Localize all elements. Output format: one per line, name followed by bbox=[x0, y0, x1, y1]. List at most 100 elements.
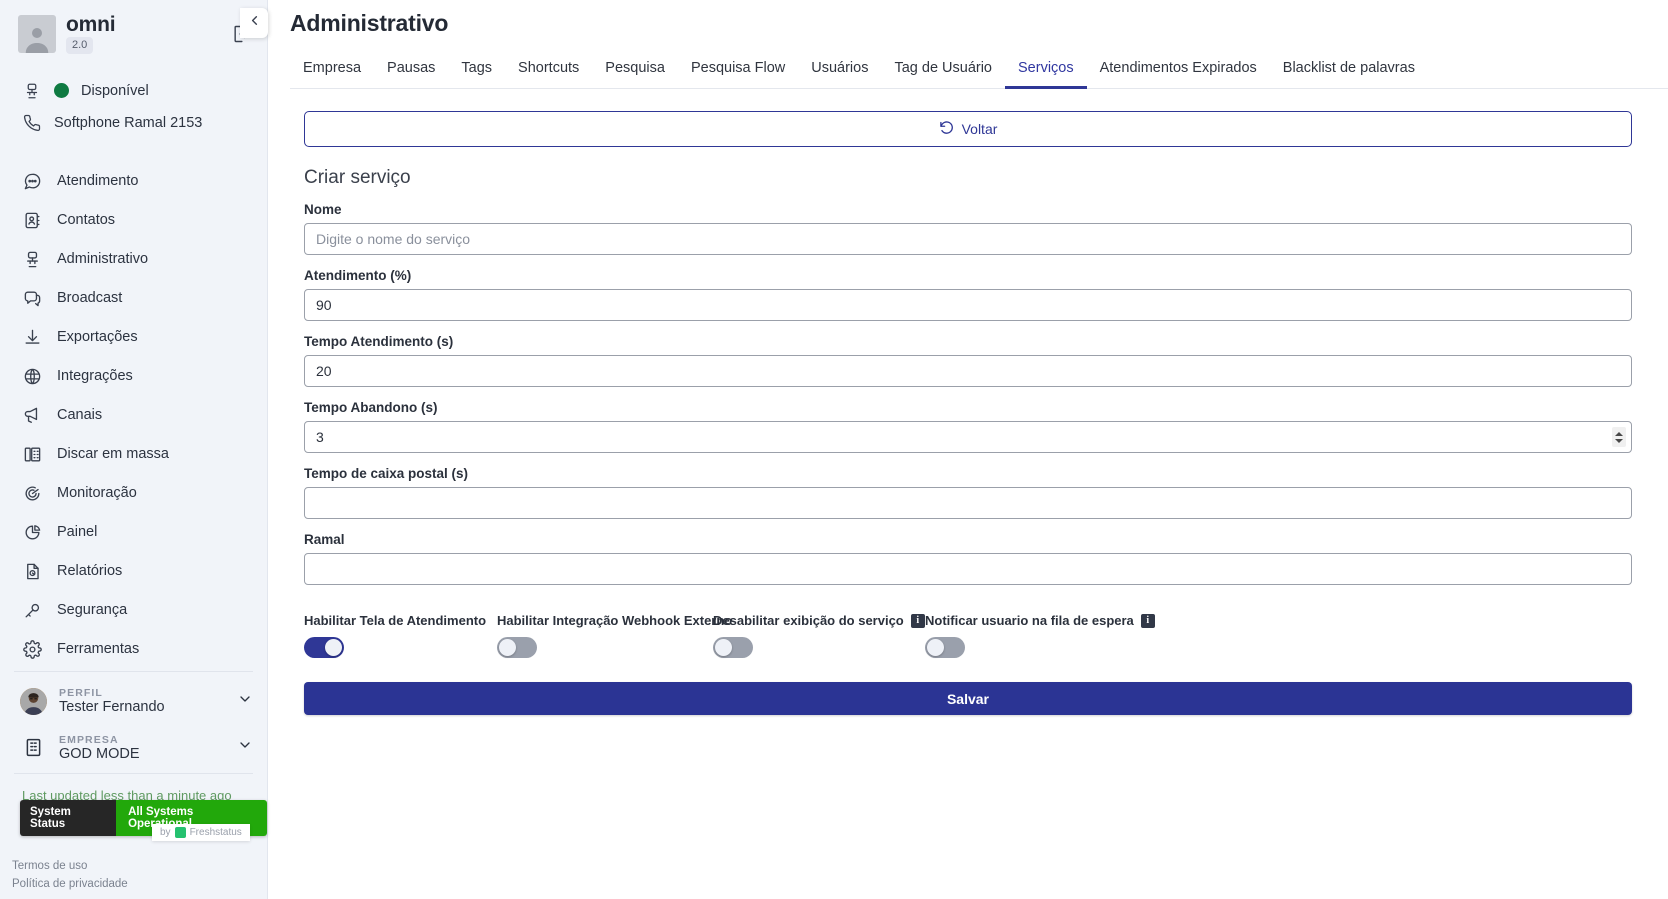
freshstatus-logo-icon bbox=[174, 827, 186, 839]
page-header: Administrativo Empresa Pausas Tags Short… bbox=[268, 0, 1668, 89]
toggle-switch[interactable] bbox=[713, 637, 753, 658]
atendimento-percent-input[interactable] bbox=[304, 289, 1632, 321]
sidebar-item-monitoracao[interactable]: Monitoração bbox=[0, 474, 267, 513]
company-name: GOD MODE bbox=[59, 745, 140, 762]
field-tempo-caixa-postal: Tempo de caixa postal (s) bbox=[304, 466, 1632, 519]
sidebar-item-label: Integrações bbox=[57, 368, 133, 385]
legal-links: Termos de uso Política de privacidade bbox=[0, 856, 267, 899]
building-icon bbox=[20, 734, 47, 761]
profile-selector[interactable]: PERFIL Tester Fernando bbox=[0, 678, 267, 725]
field-label: Nome bbox=[304, 202, 342, 217]
toggle-switch[interactable] bbox=[304, 637, 344, 658]
tab-servicos[interactable]: Serviços bbox=[1005, 54, 1087, 89]
divider bbox=[14, 773, 253, 775]
sidebar-item-contatos[interactable]: Contatos bbox=[0, 201, 267, 240]
page-title: Administrativo bbox=[290, 10, 449, 36]
agent-status-row[interactable]: Disponível bbox=[22, 82, 251, 100]
sidebar-item-label: Segurança bbox=[57, 602, 128, 619]
sidebar-item-label: Administrativo bbox=[57, 251, 149, 268]
info-icon[interactable]: i bbox=[910, 613, 925, 628]
field-label: Tempo Abandono (s) bbox=[304, 400, 438, 415]
toggle-label: Notificar usuario na fila de espera bbox=[925, 613, 1134, 628]
avatar bbox=[18, 14, 56, 53]
sidebar-item-atendimento[interactable]: Atendimento bbox=[0, 162, 267, 201]
target-icon bbox=[22, 483, 43, 504]
freshstatus-brand: Freshstatus bbox=[189, 827, 242, 839]
tab-atendimentos-expirados[interactable]: Atendimentos Expirados bbox=[1087, 54, 1270, 89]
softphone-row[interactable]: Softphone Ramal 2153 bbox=[22, 114, 251, 132]
tab-usuarios[interactable]: Usuários bbox=[798, 54, 881, 89]
tab-pesquisa-flow[interactable]: Pesquisa Flow bbox=[678, 54, 798, 89]
nome-input[interactable] bbox=[304, 223, 1632, 255]
toggle-habilitar-tela-de-atendimento: Habilitar Tela de Atendimento bbox=[304, 613, 497, 658]
toggle-notificar-usuario-na-fila-de-espera: Notificar usuario na fila de espera i bbox=[925, 613, 1155, 658]
number-stepper-icon[interactable] bbox=[1612, 427, 1626, 447]
toggle-label: Habilitar Integração Webhook Externo bbox=[497, 613, 733, 628]
sidebar-header: omni 2.0 bbox=[0, 0, 267, 68]
toggle-switch[interactable] bbox=[925, 637, 965, 658]
chevron-down-icon bbox=[237, 737, 253, 758]
tab-pesquisa[interactable]: Pesquisa bbox=[592, 54, 678, 89]
contact-book-icon bbox=[22, 210, 43, 231]
field-label: Tempo Atendimento (s) bbox=[304, 334, 454, 349]
tab-shortcuts[interactable]: Shortcuts bbox=[505, 54, 592, 89]
sidebar-footer: PERFIL Tester Fernando EMPRESA GOD MODE bbox=[0, 669, 267, 899]
toggle-label: Habilitar Tela de Atendimento bbox=[304, 613, 487, 628]
sidebar-item-seguranca[interactable]: Segurança bbox=[0, 591, 267, 630]
sidebar-item-label: Broadcast bbox=[57, 290, 123, 307]
sidebar-item-relatorios[interactable]: Relatórios bbox=[0, 552, 267, 591]
key-icon bbox=[22, 600, 43, 621]
megaphone-icon bbox=[22, 405, 43, 426]
chevron-left-icon bbox=[247, 13, 262, 33]
tab-tags[interactable]: Tags bbox=[448, 54, 505, 89]
terms-link[interactable]: Termos de uso bbox=[12, 858, 267, 875]
rotate-left-icon bbox=[939, 120, 954, 138]
tempo-atendimento-input[interactable] bbox=[304, 355, 1632, 387]
save-button[interactable]: Salvar bbox=[304, 682, 1632, 715]
info-icon[interactable]: i bbox=[1140, 613, 1155, 628]
agent-desk-icon bbox=[22, 249, 43, 270]
avatar bbox=[20, 687, 47, 715]
company-selector[interactable]: EMPRESA GOD MODE bbox=[0, 725, 267, 772]
sidebar-item-label: Painel bbox=[57, 524, 98, 541]
tempo-caixa-postal-input[interactable] bbox=[304, 487, 1632, 519]
by-label: by bbox=[160, 827, 171, 839]
privacy-link[interactable]: Política de privacidade bbox=[12, 876, 267, 893]
profile-name: Tester Fernando bbox=[59, 698, 165, 715]
toggle-label: Desabilitar exibição do serviço bbox=[713, 613, 904, 628]
sidebar-item-administrativo[interactable]: Administrativo bbox=[0, 240, 267, 279]
status-dot bbox=[54, 83, 69, 99]
sidebar-item-ferramentas[interactable]: Ferramentas bbox=[0, 630, 267, 669]
sidebar-item-integracoes[interactable]: Integrações bbox=[0, 357, 267, 396]
dialer-icon bbox=[22, 444, 43, 465]
tab-empresa[interactable]: Empresa bbox=[290, 54, 374, 89]
ramal-input[interactable] bbox=[304, 553, 1632, 585]
field-tempo-abandono: Tempo Abandono (s) bbox=[304, 400, 1632, 453]
sidebar-collapse-button[interactable] bbox=[240, 8, 268, 38]
toggle-row: Habilitar Tela de Atendimento Habilitar … bbox=[304, 613, 1632, 658]
field-label: Ramal bbox=[304, 532, 345, 547]
sidebar-item-painel[interactable]: Painel bbox=[0, 513, 267, 552]
tab-blacklist-de-palavras[interactable]: Blacklist de palavras bbox=[1270, 54, 1428, 89]
brand-version-badge: 2.0 bbox=[66, 37, 94, 54]
field-atendimento-percent: Atendimento (%) bbox=[304, 268, 1632, 321]
toggle-switch[interactable] bbox=[497, 637, 537, 658]
sidebar-item-broadcast[interactable]: Broadcast bbox=[0, 279, 267, 318]
tempo-abandono-input[interactable] bbox=[304, 421, 1632, 453]
form-panel: Voltar Criar serviço Nome Atendimento (%… bbox=[268, 89, 1668, 715]
sidebar: omni 2.0 Disponível Softphone Ramal 2153… bbox=[0, 0, 268, 899]
brand: omni 2.0 bbox=[66, 14, 116, 54]
sidebar-item-discar-em-massa[interactable]: Discar em massa bbox=[0, 435, 267, 474]
field-label: Atendimento (%) bbox=[304, 268, 412, 283]
report-file-icon bbox=[22, 561, 43, 582]
sidebar-item-label: Discar em massa bbox=[57, 446, 169, 463]
sidebar-item-canais[interactable]: Canais bbox=[0, 396, 267, 435]
back-button[interactable]: Voltar bbox=[304, 111, 1632, 147]
agent-status-label: Disponível bbox=[81, 82, 149, 99]
sidebar-item-exportacoes[interactable]: Exportações bbox=[0, 318, 267, 357]
app-root: omni 2.0 Disponível Softphone Ramal 2153… bbox=[0, 0, 1668, 899]
chevron-down-icon bbox=[237, 691, 253, 712]
tab-tag-de-usuario[interactable]: Tag de Usuário bbox=[881, 54, 1005, 89]
back-button-label: Voltar bbox=[961, 121, 998, 137]
tab-pausas[interactable]: Pausas bbox=[374, 54, 448, 89]
